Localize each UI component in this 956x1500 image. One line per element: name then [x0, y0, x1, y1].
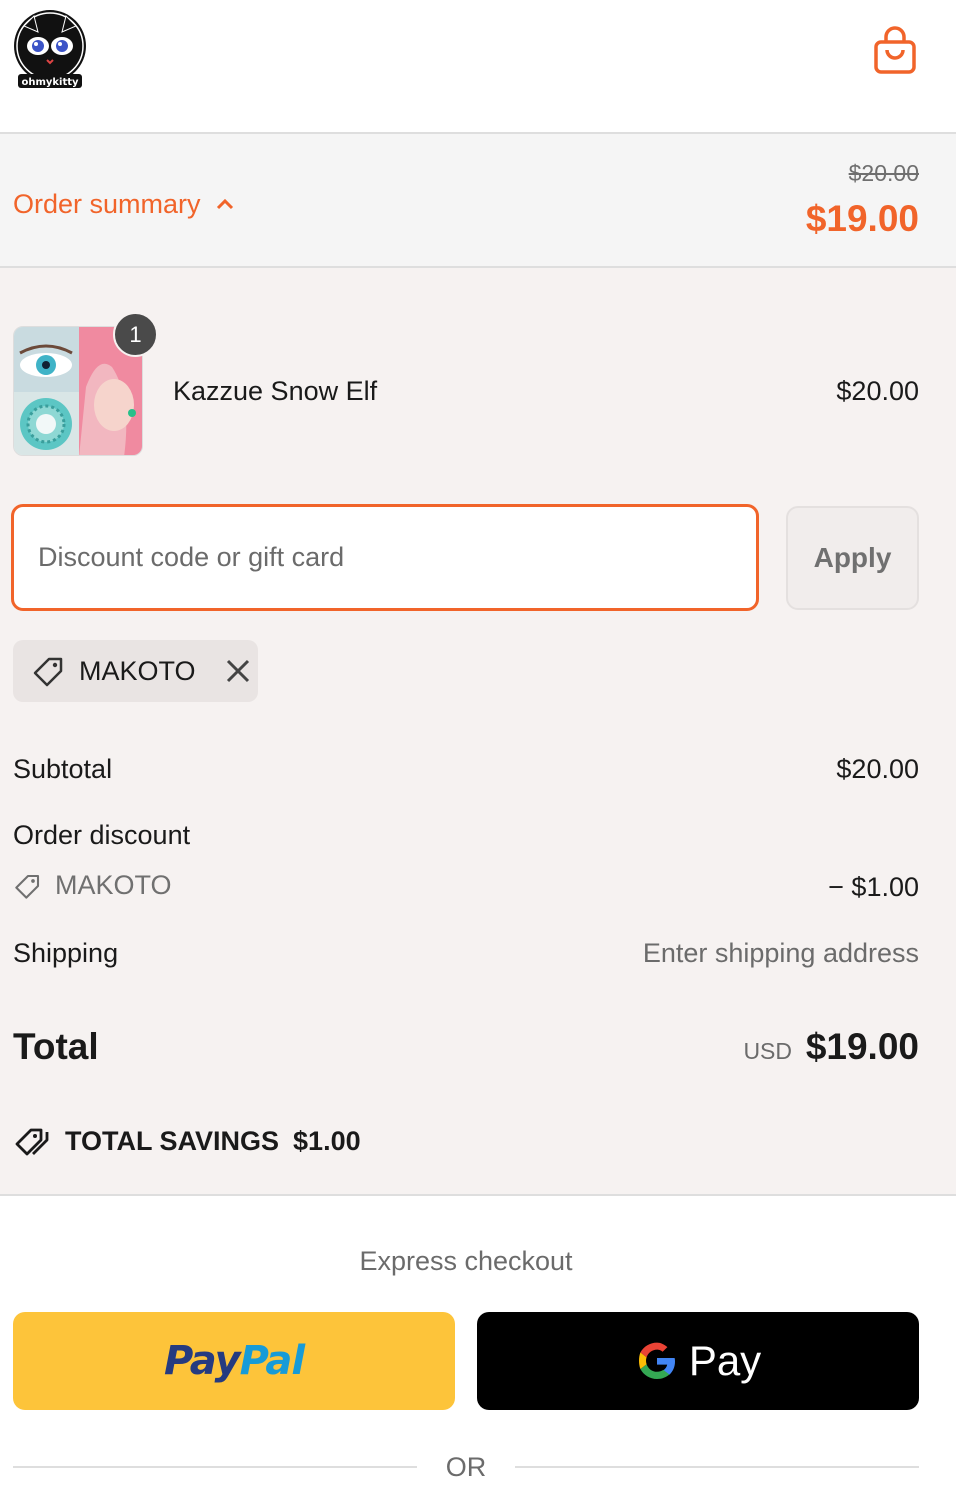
order-discount-value: − $1.00 — [828, 872, 919, 902]
apply-discount-button[interactable]: Apply — [786, 506, 919, 610]
store-logo[interactable]: ohmykitty — [12, 8, 88, 92]
google-pay-button[interactable]: Pay — [477, 1312, 919, 1410]
total-savings-label: TOTAL SAVINGS — [65, 1125, 280, 1156]
divider-left — [13, 1466, 417, 1468]
site-header: ohmykitty — [0, 0, 956, 134]
applied-discount-chip: MAKOTO — [13, 640, 258, 702]
subtotal-value: $20.00 — [836, 754, 919, 784]
divider-right — [515, 1466, 919, 1468]
shipping-label: Shipping — [13, 938, 119, 968]
subtotal-label: Subtotal — [13, 754, 113, 784]
express-checkout-title: Express checkout — [359, 1246, 573, 1276]
order-discount-label: Order discount — [13, 820, 191, 850]
close-icon — [226, 659, 250, 683]
discount-code-input[interactable] — [11, 504, 759, 611]
paypal-button[interactable]: PayPal — [13, 1312, 455, 1410]
google-pay-label: Pay — [688, 1337, 762, 1384]
order-discount-code-text: MAKOTO — [55, 870, 172, 900]
summary-total: $19.00 — [805, 198, 919, 239]
total-label: Total — [13, 1026, 99, 1067]
chevron-up-icon — [216, 198, 233, 210]
tags-icon — [15, 1128, 49, 1156]
google-g-icon — [638, 1342, 675, 1379]
shopping-bag-icon — [874, 26, 916, 74]
quantity-badge: 1 — [113, 312, 158, 357]
product-name: Kazzue Snow Elf — [173, 376, 378, 406]
order-discount-code: MAKOTO — [13, 870, 172, 901]
or-divider-label: OR — [445, 1452, 487, 1482]
order-summary-toggle[interactable]: Order summary — [13, 186, 235, 222]
shipping-value: Enter shipping address — [642, 938, 919, 968]
svg-text:ohmykitty: ohmykitty — [21, 77, 79, 88]
remove-discount-button[interactable] — [223, 656, 253, 686]
tag-icon — [15, 874, 40, 899]
total-value: $19.00 — [805, 1026, 919, 1067]
cat-logo-icon: ohmykitty — [14, 10, 86, 88]
applied-discount-code: MAKOTO — [79, 655, 196, 686]
total-savings-value: $1.00 — [293, 1125, 361, 1156]
total-currency: USD — [743, 1038, 792, 1064]
product-price: $20.00 — [836, 376, 919, 406]
tag-icon — [33, 657, 63, 687]
total-savings: TOTAL SAVINGS $1.00 — [13, 1122, 361, 1160]
cart-button[interactable] — [872, 26, 918, 76]
order-summary-label: Order summary — [13, 188, 201, 219]
paypal-logo: PayPal — [163, 1338, 305, 1384]
original-total: $20.00 — [848, 160, 919, 186]
